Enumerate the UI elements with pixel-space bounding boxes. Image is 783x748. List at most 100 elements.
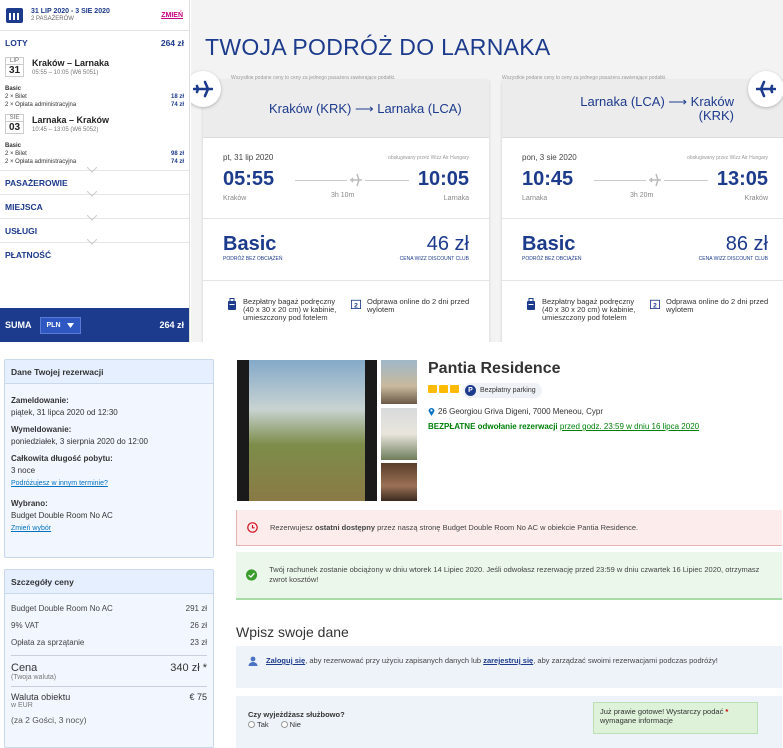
stay-length-label: Całkowita długość pobytu:: [11, 454, 113, 463]
chevron-down-icon: [87, 191, 97, 197]
sum-label: SUMA: [5, 320, 32, 330]
fare-price: 46 zł: [426, 233, 469, 255]
parking-label: Bezpłatny parking: [480, 387, 536, 394]
price-details-box: Szczegóły ceny Budget Double Room No AC 2…: [4, 569, 214, 748]
divider: [502, 218, 783, 219]
login-link[interactable]: Zaloguj się: [266, 656, 305, 665]
divider: [203, 280, 489, 281]
change-choice-link[interactable]: Zmień wybór: [11, 525, 207, 532]
business-no-radio[interactable]: Nie: [280, 720, 301, 729]
plane-small-icon: [350, 173, 362, 187]
sum-bar: SUMA PLN 264 zł: [0, 308, 189, 342]
chevron-down-icon: [87, 167, 97, 173]
price-row-label: 9% VAT: [11, 621, 40, 630]
local-price: Waluta obiektu w EUR € 75: [11, 692, 207, 709]
fare-item-label: 2 × Opłata administracyjna: [5, 159, 77, 165]
parking-icon: P: [465, 385, 476, 396]
bag-icon: [228, 298, 236, 310]
selected-label: Wybrano:: [11, 499, 48, 508]
route-line: [365, 180, 409, 181]
cancellation-deadline[interactable]: przed godz. 23:59 w dniu 16 lipca 2020: [560, 422, 699, 431]
trip-summary: 31 LIP 2020 - 3 SIE 2020 2 PASAŻERÓW ZMI…: [0, 0, 189, 31]
required-star: *: [725, 707, 729, 716]
feature-cabin-bag: Bezpłatny bagaż podręczny (40 x 30 x 20 …: [227, 298, 339, 322]
register-link[interactable]: zarejestruj się: [483, 656, 533, 665]
calendar-icon: [6, 7, 23, 23]
hotel-photo-main[interactable]: [237, 360, 377, 501]
leg-month: LIP: [6, 58, 23, 65]
change-trip-link[interactable]: ZMIEŃ: [161, 12, 183, 19]
flight-leg-outbound: LIP 31 Kraków – Larnaka 05:55 – 10:05 (W…: [0, 55, 189, 79]
hotel-photo-thumb[interactable]: [381, 360, 417, 404]
feature-text: Bezpłatny bagaż podręczny (40 x 30 x 20 …: [243, 297, 337, 322]
hotel-photo-thumb[interactable]: [381, 408, 417, 460]
departure-time: 05:55: [223, 168, 275, 190]
local-sublabel: w EUR: [11, 702, 33, 709]
alert-text: Twój rachunek zostanie obciążony w dniu …: [269, 565, 760, 584]
checkin-value: piątek, 31 lipca 2020 od 12:30: [11, 408, 118, 417]
caret-down-icon: [66, 322, 74, 328]
flight-date: pt, 31 lip 2020: [223, 153, 274, 162]
local-label: Waluta obiektu: [11, 692, 71, 702]
local-value: € 75: [189, 692, 207, 702]
login-prompt: Zaloguj się, aby rezerwować przy użyciu …: [236, 646, 782, 688]
operator-note: obsługiwany przez Wizz Air Hungary: [388, 155, 469, 161]
fare-subtitle: PODRÓŻ BEZ OBCIĄŻEŃ: [223, 256, 283, 262]
flight-duration: 3h 10m: [331, 192, 355, 199]
calendar-2-icon: 2: [351, 299, 361, 309]
fare-breakdown-outbound: Basic 2 × Bilet 18 zł 2 × Opłata administ…: [0, 85, 189, 109]
reservation-details-box: Dane Twojej rezerwacji Zameldowanie: pią…: [4, 359, 214, 558]
fare-price: 86 zł: [725, 233, 768, 255]
section-label: MIEJSCA: [5, 201, 43, 212]
radio-circle[interactable]: [248, 721, 255, 728]
checkout-value: poniedziałek, 3 sierpnia 2020 do 12:00: [11, 437, 148, 446]
divider: [502, 280, 783, 281]
route-line: [295, 180, 347, 181]
business-yes-radio[interactable]: Tak: [248, 720, 269, 729]
flights-total: 264 zł: [160, 38, 184, 48]
fare-breakdown-return: Basic 2 × Bilet 98 zł 2 × Opłata administ…: [0, 142, 189, 166]
guests-note: (za 2 Gości, 3 nocy): [11, 715, 87, 725]
feature-text: Odprawa online do 2 dni przed wylotem: [367, 297, 470, 314]
leg-route: Kraków – Larnaka: [32, 58, 110, 68]
radio-label: Nie: [289, 720, 301, 729]
flights-label: LOTY: [5, 38, 28, 48]
checkin-label: Zameldowanie:: [11, 396, 69, 405]
radio-circle[interactable]: [280, 721, 288, 728]
total-price: Cena (Twoja waluta) 340 zł *: [11, 662, 207, 681]
arrival-city: Kraków: [744, 195, 768, 202]
location-pin-icon: [428, 408, 435, 416]
hint-text-2: wymagane informacje: [600, 716, 673, 725]
section-payment[interactable]: PŁATNOŚĆ: [0, 239, 189, 266]
card-header: Larnaka (LCA) ⟶ Kraków (KRK): [502, 80, 783, 138]
user-icon: [248, 656, 258, 666]
chevron-down-icon: [87, 239, 97, 245]
departure-city: Larnaka: [522, 195, 548, 202]
star-icon: [428, 385, 437, 393]
fare-item-price: 98 zł: [170, 151, 184, 157]
hotel-photo-thumb[interactable]: [381, 463, 417, 501]
star-rating: [428, 385, 459, 393]
flights-header[interactable]: LOTY 264 zł: [0, 31, 189, 55]
fare-price-note: CENA WIZZ DISCOUNT CLUB: [399, 256, 469, 262]
operator-note: obsługiwany przez Wizz Air Hungary: [687, 155, 768, 161]
currency-select[interactable]: PLN: [39, 316, 81, 334]
feature-cabin-bag: Bezpłatny bagaż podręczny (40 x 30 x 20 …: [526, 298, 638, 322]
price-row-value: 26 zł: [190, 621, 207, 630]
leg-day: 03: [8, 122, 21, 133]
other-dates-link[interactable]: Podróżujesz w innym terminie?: [11, 480, 207, 487]
star-icon: [439, 385, 448, 393]
leg-times: 10:45 – 13:05 (W6 5052): [32, 127, 99, 133]
total-sublabel: (Twoja waluta): [11, 674, 57, 681]
fare-item-price: 74 zł: [170, 102, 184, 108]
alert-text-pre: Rezerwujesz: [270, 523, 316, 532]
leg-day: 31: [8, 65, 21, 76]
feature-online-checkin: 2 Odprawa online do 2 dni przed wylotem: [351, 298, 479, 314]
card-route: Larnaka (LCA) ⟶ Kraków (KRK): [580, 93, 734, 123]
price-row: Budget Double Room No AC 291 zł: [11, 600, 207, 617]
selected-room: Budget Double Room No AC: [11, 511, 113, 520]
section-label: PŁATNOŚĆ: [5, 249, 52, 260]
fare-item-label: 2 × Opłata administracyjna: [5, 102, 77, 108]
total-value: 340 zł *: [170, 662, 207, 674]
trip-dates: 31 LIP 2020 - 3 SIE 2020: [31, 8, 110, 15]
